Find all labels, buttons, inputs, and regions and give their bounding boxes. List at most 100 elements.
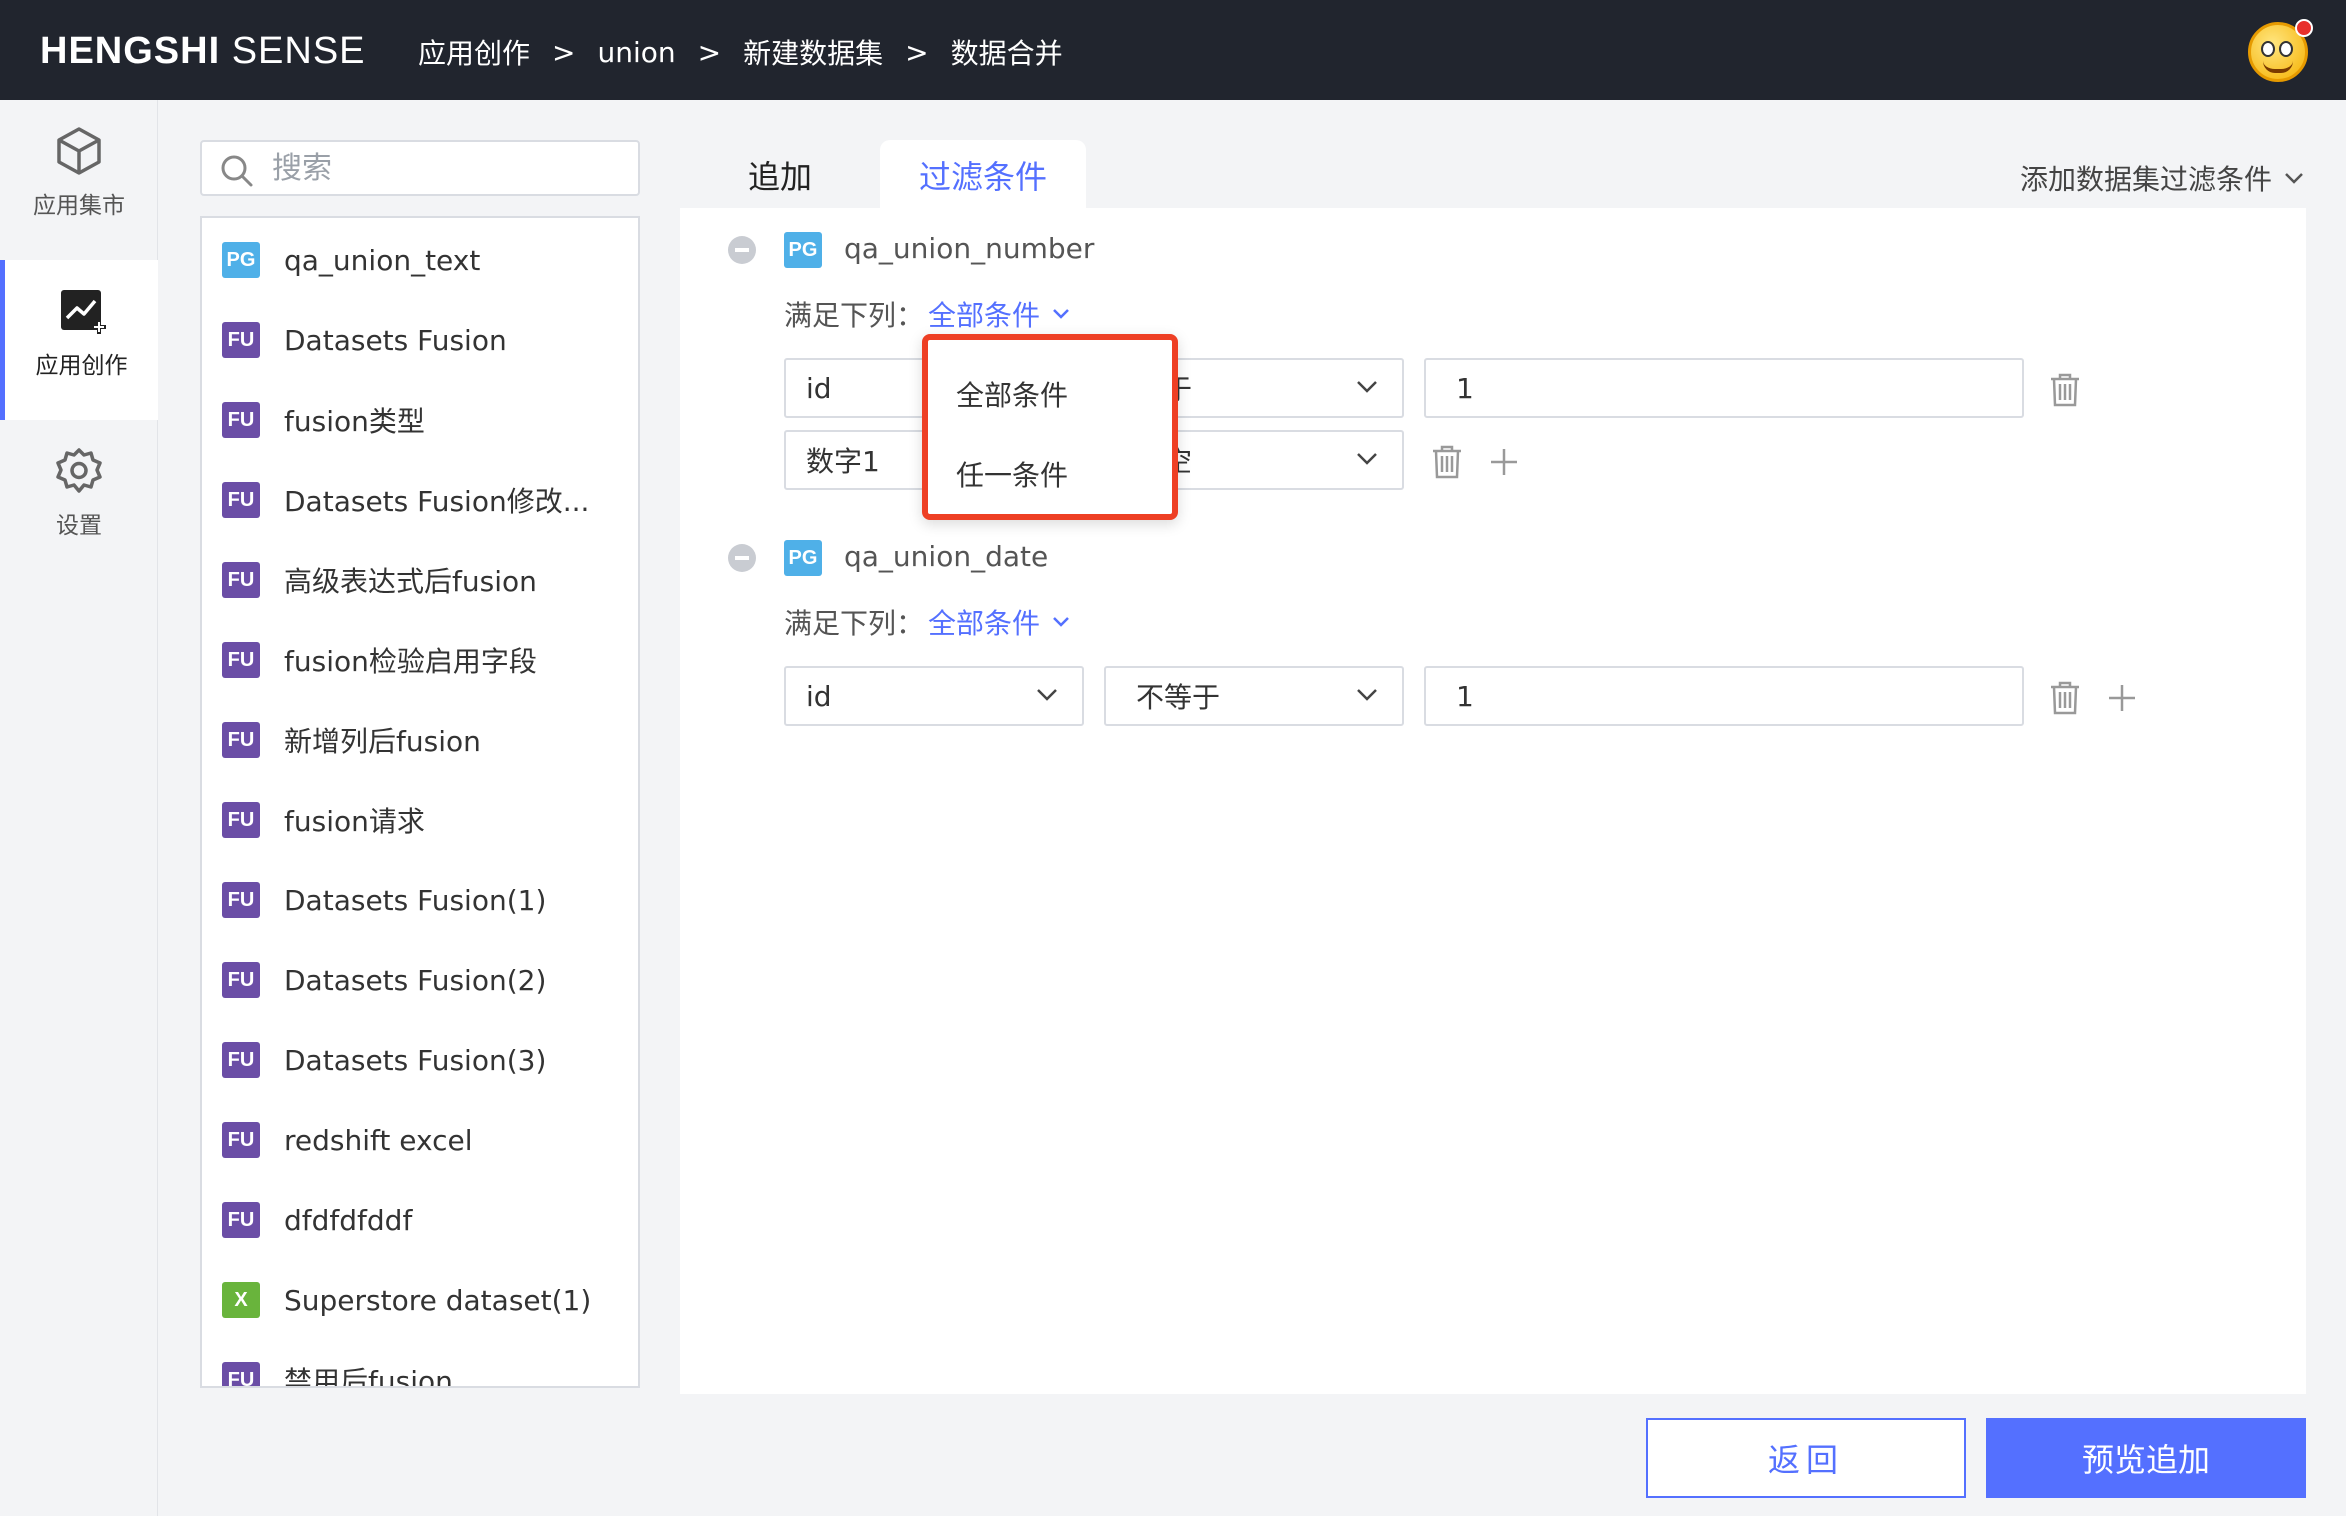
dataset-name: dfdfdfddf [284, 1203, 413, 1237]
list-item[interactable]: FU Datasets Fusion(1) [222, 878, 546, 922]
add-dataset-filter-dropdown[interactable]: 添加数据集过滤条件 [2020, 158, 2304, 198]
dataset-name: Superstore dataset(1) [284, 1283, 592, 1317]
dataset-name: Datasets Fusion(2) [284, 963, 547, 997]
notification-dot-icon [2295, 19, 2313, 37]
avatar-eye-icon [2279, 41, 2293, 57]
tab-append[interactable]: 追加 [700, 140, 860, 210]
list-item[interactable]: FU 新增列后fusion [222, 718, 481, 762]
group-dataset-name: qa_union_date [844, 540, 1049, 573]
nav-item-app-market[interactable]: 应用集市 [0, 100, 158, 260]
dataset-name: fusion请求 [284, 805, 425, 838]
match-rule-select[interactable]: 全部条件 [928, 602, 1040, 642]
collapse-group-minus-icon[interactable] [728, 544, 756, 572]
list-item[interactable]: FU redshift excel [222, 1118, 472, 1162]
dataset-type-badge: FU [222, 322, 260, 358]
gear-icon [56, 448, 102, 493]
chart-create-icon [60, 290, 106, 334]
add-dataset-filter-label: 添加数据集过滤条件 [2020, 163, 2273, 196]
menu-item-all-conditions[interactable]: 全部条件 [956, 374, 1068, 414]
dataset-list: PG qa_union_text FU Datasets Fusion FU f… [200, 216, 640, 1388]
chevron-down-icon [1037, 689, 1057, 701]
dataset-name: Datasets Fusion(1) [284, 883, 547, 917]
list-item[interactable]: FU Datasets Fusion修改... [222, 478, 589, 522]
tab-filter[interactable]: 过滤条件 [880, 140, 1086, 210]
dataset-type-badge: PG [222, 242, 260, 278]
dataset-type-badge: FU [222, 562, 260, 598]
dataset-name: fusion检验启用字段 [284, 645, 537, 678]
condition-operator-select[interactable]: 不等于 [1104, 666, 1404, 726]
plus-icon[interactable] [2106, 682, 2138, 714]
nav-item-app-create[interactable]: 应用创作 [0, 260, 158, 420]
list-item[interactable]: FU Datasets Fusion(2) [222, 958, 546, 1002]
dataset-name: Datasets Fusion修改... [284, 485, 590, 518]
dataset-name: qa_union_text [284, 243, 481, 277]
list-item[interactable]: FU dfdfdfddf [222, 1198, 412, 1242]
list-item[interactable]: FU Datasets Fusion(3) [222, 1038, 546, 1082]
menu-item-any-condition[interactable]: 任一条件 [956, 454, 1068, 494]
list-item[interactable]: FU fusion请求 [222, 798, 425, 842]
nav-item-label: 应用创作 [35, 353, 128, 379]
dataset-name: redshift excel [284, 1123, 473, 1157]
condition-field-select[interactable]: id [784, 666, 1084, 726]
match-rule-select[interactable]: 全部条件 [928, 294, 1040, 334]
avatar[interactable] [2248, 19, 2313, 82]
dataset-type-badge: FU [222, 642, 260, 678]
breadcrumb-item-data-merge: 数据合并 [950, 37, 1063, 70]
match-rule-label: 满足下列： [784, 607, 925, 640]
group-type-badge: PG [784, 232, 822, 268]
match-rule: 满足下列： 全部条件 [784, 294, 1070, 334]
breadcrumb-item-new-dataset[interactable]: 新建数据集 [743, 32, 883, 72]
chevron-down-icon[interactable] [1052, 308, 1070, 320]
breadcrumb: 应用创作 > union > 新建数据集 > 数据合并 [418, 32, 1063, 72]
condition-value-input[interactable]: 1 [1424, 666, 2024, 726]
trash-icon[interactable] [1430, 444, 1464, 480]
breadcrumb-separator: > [697, 35, 722, 69]
dataset-type-badge: FU [222, 402, 260, 438]
list-item[interactable]: FU 禁用后fusion [222, 1358, 453, 1388]
match-rule-label: 满足下列： [784, 299, 925, 332]
group-dataset-name: qa_union_number [844, 232, 1095, 265]
dataset-type-badge: FU [222, 1362, 260, 1386]
brand-logo[interactable]: HENGSHI SENSE [40, 30, 366, 73]
trash-icon[interactable] [2048, 680, 2082, 716]
search-box [200, 140, 640, 196]
back-button[interactable]: 返回 [1646, 1418, 1966, 1498]
list-item[interactable]: FU fusion检验启用字段 [222, 638, 537, 682]
dataset-name: 禁用后fusion [284, 1365, 453, 1388]
dataset-type-badge: FU [222, 1202, 260, 1238]
dataset-type-badge: X [222, 1282, 260, 1318]
dataset-type-badge: FU [222, 882, 260, 918]
list-item[interactable]: FU Datasets Fusion [222, 318, 507, 362]
trash-icon[interactable] [2048, 372, 2082, 408]
plus-icon[interactable] [1488, 446, 1520, 478]
dataset-type-badge: FU [222, 1122, 260, 1158]
list-item[interactable]: X Superstore dataset(1) [222, 1278, 591, 1322]
dataset-type-badge: FU [222, 482, 260, 518]
list-item[interactable]: PG qa_union_text [222, 238, 480, 282]
avatar-eye-icon [2261, 41, 2275, 57]
nav-item-label: 应用集市 [33, 193, 125, 219]
dataset-name: 高级表达式后fusion [284, 565, 537, 598]
chevron-down-icon[interactable] [1052, 616, 1070, 628]
condition-field-value: 数字1 [806, 445, 880, 478]
preview-append-button[interactable]: 预览追加 [1986, 1418, 2306, 1498]
condition-value-text: 1 [1456, 371, 1474, 405]
list-item[interactable]: FU fusion类型 [222, 398, 425, 442]
breadcrumb-item-union[interactable]: union [597, 36, 675, 69]
dataset-type-badge: FU [222, 802, 260, 838]
condition-value-input[interactable]: 1 [1424, 358, 2024, 418]
dataset-type-badge: FU [222, 722, 260, 758]
nav-item-settings[interactable]: 设置 [0, 420, 158, 580]
breadcrumb-item-app-create[interactable]: 应用创作 [418, 32, 530, 72]
breadcrumb-separator: > [905, 35, 929, 69]
dataset-name: 新增列后fusion [284, 725, 481, 758]
list-item[interactable]: FU 高级表达式后fusion [222, 558, 537, 602]
avatar-mouth-icon [2263, 61, 2293, 73]
left-nav: 应用集市 应用创作 设置 [0, 100, 158, 1516]
search-input[interactable] [272, 150, 622, 186]
collapse-group-minus-icon[interactable] [728, 236, 756, 264]
dataset-name: Datasets Fusion(3) [284, 1043, 547, 1077]
breadcrumb-separator: > [552, 35, 576, 69]
group-type-badge: PG [784, 540, 822, 576]
condition-operator-value: 不等于 [1136, 681, 1221, 714]
